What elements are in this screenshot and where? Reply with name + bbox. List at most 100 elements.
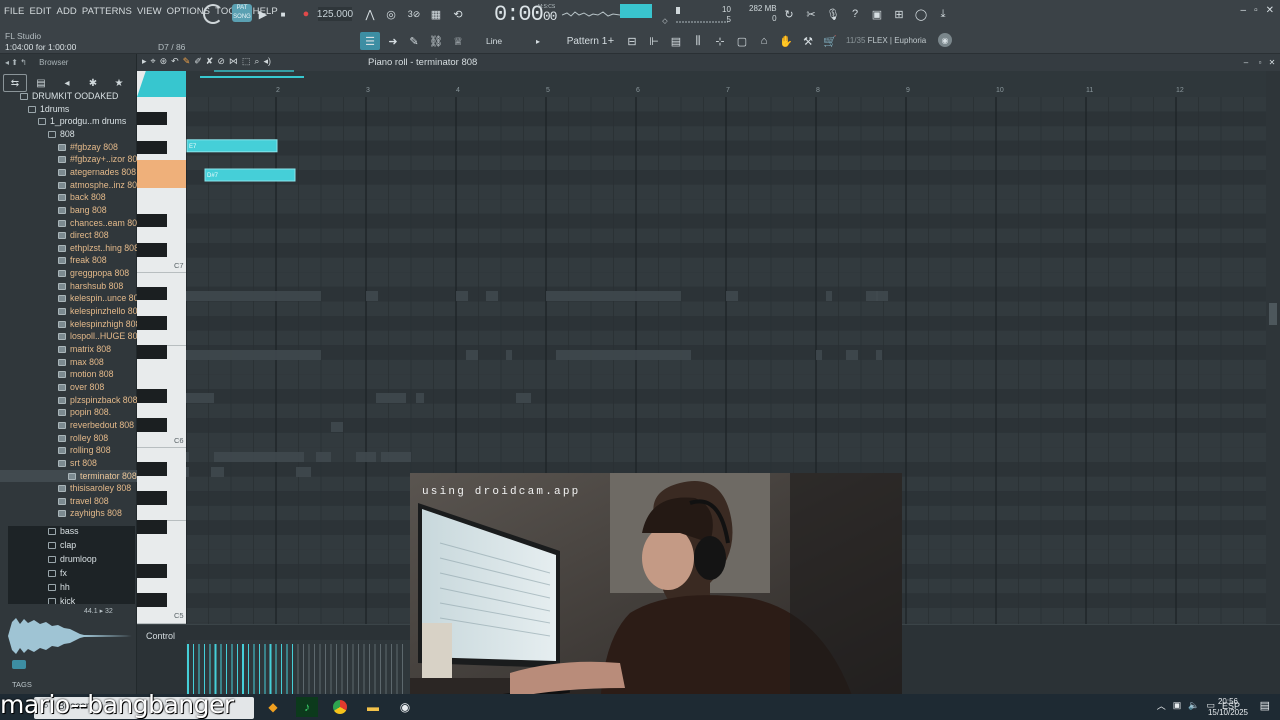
menu-edit[interactable]: EDIT (29, 6, 51, 17)
tree-file[interactable]: srt 808 (58, 457, 97, 470)
app-circle-icon[interactable]: ◉ (394, 697, 416, 717)
black-key[interactable] (137, 286, 167, 301)
mixer-view-icon[interactable]: ⫼ (690, 32, 706, 50)
black-key[interactable] (137, 418, 167, 432)
tree-folder[interactable]: kick (48, 595, 75, 604)
black-key[interactable] (137, 213, 167, 228)
tray-app-icon[interactable]: ▣ (1173, 700, 1182, 711)
tree-file[interactable]: over 808 (58, 381, 104, 394)
tree-file[interactable]: #fgbzay+..izor 808 (58, 153, 137, 166)
tree-file[interactable]: bang 808 (58, 204, 107, 217)
paint-icon[interactable]: ✐ (194, 56, 202, 67)
tree-folder[interactable]: DRUMKIT OODAKED (20, 92, 118, 103)
snap-icon[interactable]: ⊛ (160, 56, 168, 67)
download-icon[interactable]: ⤓ (935, 6, 951, 22)
note-body[interactable] (204, 168, 296, 182)
slice-icon[interactable]: ⋈ (229, 56, 238, 67)
mute-icon[interactable]: ⊘ (217, 56, 225, 67)
minimize-icon[interactable]: – (1241, 5, 1247, 16)
tree-file[interactable]: matrix 808 (58, 343, 111, 356)
add-pattern-icon[interactable]: + (606, 33, 616, 49)
pr-close-icon[interactable]: ✕ (1266, 56, 1278, 68)
tree-file[interactable]: direct 808 (58, 229, 109, 242)
menu-view[interactable]: VIEW (137, 6, 162, 17)
zoom-icon[interactable]: ⌕ (254, 56, 259, 67)
fl-studio-taskbar-icon[interactable]: ◆ (262, 697, 284, 717)
time-ruler[interactable]: 2 3 4 5 6 7 8 9 10 11 12 (186, 71, 1266, 97)
tree-file[interactable]: thisisaroley 808 (58, 482, 131, 495)
black-key[interactable] (137, 243, 167, 257)
tree-folder[interactable]: hh (48, 581, 70, 594)
wait-input-icon[interactable]: ◎ (383, 6, 399, 22)
stop-icon[interactable]: ■ (278, 7, 288, 21)
step-edit-icon[interactable]: ▦ (426, 6, 446, 22)
tree-file[interactable]: terminator 808 (0, 469, 137, 483)
record-icon[interactable]: ● (300, 7, 312, 21)
pencil-icon[interactable]: ✎ (183, 56, 191, 67)
black-key[interactable] (137, 345, 167, 359)
tree-file[interactable]: plzspinzback 808 (58, 394, 137, 407)
tree-file[interactable]: popin 808. (58, 406, 111, 419)
tree-file[interactable]: #fgbzay 808 (58, 141, 118, 154)
tree-file[interactable]: kelespin..unce 808 (58, 292, 137, 305)
black-key[interactable] (137, 520, 167, 534)
piano-roll-icon[interactable]: ⊩ (646, 32, 662, 50)
maximize-icon[interactable]: ▫ (1254, 5, 1258, 16)
loop-marker[interactable] (214, 70, 294, 72)
loop-record-icon[interactable]: ⟲ (449, 6, 467, 22)
close-icon[interactable]: ✕ (1266, 5, 1274, 16)
control-selector[interactable]: Control (146, 631, 175, 641)
tempo-display[interactable]: 125.000 (317, 7, 353, 21)
delete-icon[interactable]: ✘ (206, 56, 214, 67)
tree-file[interactable]: ategernades 808 (58, 166, 136, 179)
speaker-icon[interactable]: ◂) (263, 56, 271, 67)
pr-minimize-icon[interactable]: – (1240, 56, 1252, 68)
note-body[interactable] (186, 139, 278, 153)
channel-rack-icon[interactable]: ⊟ (624, 32, 640, 50)
note[interactable]: E7 (186, 139, 278, 153)
tree-file[interactable]: zayhighs 808 (58, 507, 122, 520)
note[interactable]: D#7 (204, 168, 296, 182)
black-key[interactable] (137, 316, 167, 330)
link-icon[interactable]: ⛓ (428, 32, 444, 50)
tray-volume-icon[interactable]: 🔈 (1188, 700, 1199, 711)
undo-history-icon[interactable]: ↻ (781, 6, 797, 22)
select-icon[interactable]: ⬚ (242, 56, 251, 67)
metronome-icon[interactable]: ⋀ (362, 6, 378, 22)
vertical-scrollbar[interactable] (1266, 71, 1280, 624)
browser-star-icon[interactable]: ★ (107, 74, 131, 92)
chat-icon[interactable]: ◯ (913, 6, 929, 22)
black-key[interactable] (137, 593, 167, 607)
browser-plugin-icon[interactable]: ✱ (81, 74, 105, 92)
tree-folder[interactable]: clap (48, 539, 76, 552)
project-icon[interactable]: ▢ (734, 32, 750, 50)
app-green-icon[interactable]: ♪ (296, 697, 318, 717)
undo-icon[interactable]: ↶ (171, 56, 179, 67)
master-pitch-icon[interactable]: ◇ (660, 16, 670, 26)
tree-file[interactable]: chances..eam 808 (58, 217, 137, 230)
tree-file[interactable]: motion 808 (58, 368, 114, 381)
tray-chevron-icon[interactable]: ︿ (1157, 699, 1166, 712)
stamp-icon[interactable]: ♕ (450, 32, 466, 50)
tree-folder[interactable]: 1drums (28, 103, 69, 116)
cart-icon[interactable]: 🛒 (822, 32, 838, 50)
tree-file[interactable]: back 808 (58, 191, 106, 204)
tree-folder[interactable]: 1_prodgu..m drums (38, 115, 126, 128)
black-key[interactable] (137, 491, 167, 505)
tree-file[interactable]: freak 808 (58, 254, 107, 267)
countdown-icon[interactable]: 3⊘ (404, 6, 424, 22)
playback-range[interactable] (200, 76, 304, 78)
black-key[interactable] (137, 389, 167, 403)
taskbar-clock[interactable]: 20:56 15/10/2025 (1208, 696, 1248, 718)
tree-folder[interactable]: drumloop (48, 553, 97, 566)
mixer-icon[interactable]: ⊞ (891, 6, 907, 22)
pattern-prev-icon[interactable]: ▸ (533, 33, 543, 49)
pr-maximize-icon[interactable]: ▫ (1254, 56, 1266, 68)
preview-play-icon[interactable] (12, 660, 26, 669)
black-key[interactable] (137, 111, 167, 126)
play-icon[interactable]: ▶ (258, 7, 268, 21)
tree-file[interactable]: lospoll..HUGE 808 (58, 330, 137, 343)
snap-selector[interactable]: Line (470, 33, 534, 49)
black-key[interactable] (137, 462, 167, 476)
tree-file[interactable]: greggpopa 808 (58, 267, 129, 280)
